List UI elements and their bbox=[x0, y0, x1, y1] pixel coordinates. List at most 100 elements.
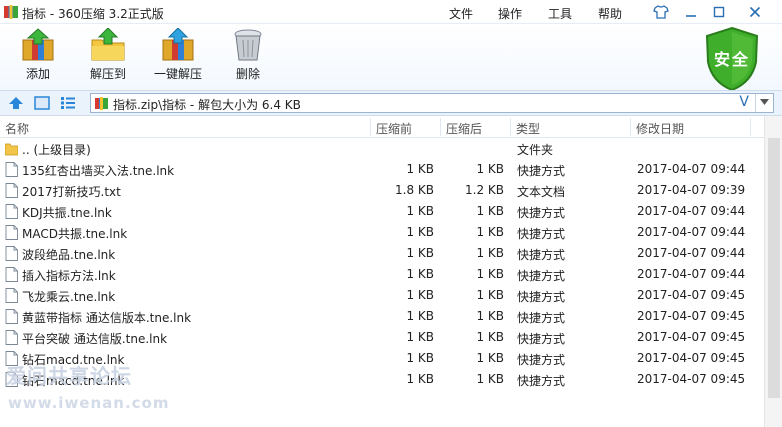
list-view-icon[interactable] bbox=[60, 96, 76, 110]
file-icon bbox=[5, 288, 18, 303]
file-size-before: 1 KB bbox=[406, 351, 434, 365]
file-size-after: 1.2 KB bbox=[465, 183, 504, 197]
file-row[interactable]: 飞龙乘云.tne.lnk 1 KB 1 KB 快捷方式 2017-04-07 09:45 bbox=[0, 285, 752, 306]
file-modified: 2017-04-07 09:44 bbox=[637, 204, 746, 218]
file-size-before: 1 KB bbox=[406, 246, 434, 260]
file-modified: 2017-04-07 09:45 bbox=[637, 372, 746, 386]
file-type: 快捷方式 bbox=[517, 332, 566, 346]
zip-file-icon bbox=[95, 97, 108, 110]
file-modified: 2017-04-07 09:45 bbox=[637, 309, 746, 323]
column-divider[interactable] bbox=[440, 118, 441, 136]
file-name: 135红杏出墙买入法.tne.lnk bbox=[22, 164, 175, 178]
file-name: 黄蓝带指标 通达信版本.tne.lnk bbox=[22, 311, 192, 325]
extract-to-label: 解压到 bbox=[89, 67, 126, 81]
file-type: 快捷方式 bbox=[517, 374, 566, 388]
thumbnail-view-icon[interactable] bbox=[34, 96, 50, 110]
menu-operate[interactable]: 操作 bbox=[498, 5, 522, 22]
file-icon bbox=[5, 309, 18, 324]
file-row[interactable]: 2017打新技巧.txt 1.8 KB 1.2 KB 文本文档 2017-04-07 0… bbox=[0, 180, 752, 201]
file-icon bbox=[5, 267, 18, 282]
one-click-extract-label: 一键解压 bbox=[153, 67, 202, 81]
column-after-size[interactable]: 压缩后 bbox=[446, 120, 482, 137]
file-size-after: 1 KB bbox=[476, 267, 504, 281]
file-size-after: 1 KB bbox=[476, 330, 504, 344]
file-size-before: 1 KB bbox=[406, 309, 434, 323]
file-row[interactable]: 黄蓝带指标 通达信版本.tne.lnk 1 KB 1 KB 快捷方式 2017-04-0… bbox=[0, 306, 752, 327]
file-size-before: 1 KB bbox=[406, 330, 434, 344]
delete-label: 删除 bbox=[235, 67, 260, 81]
add-archive-icon bbox=[22, 28, 54, 61]
scrollbar-thumb[interactable] bbox=[768, 138, 780, 398]
extract-to-button[interactable]: 解压到 bbox=[75, 26, 141, 88]
file-icon bbox=[5, 246, 18, 261]
file-type: 快捷方式 bbox=[517, 248, 566, 262]
security-label: 安全 bbox=[713, 50, 750, 69]
column-divider[interactable] bbox=[510, 118, 511, 136]
file-icon bbox=[5, 162, 18, 177]
chevron-down-icon bbox=[760, 99, 769, 105]
file-modified: 2017-04-07 09:39 bbox=[637, 183, 746, 197]
column-modified[interactable]: 修改日期 bbox=[636, 120, 684, 137]
menu-file[interactable]: 文件 bbox=[449, 5, 473, 22]
file-icon bbox=[5, 330, 18, 345]
file-size-before: 1 KB bbox=[406, 288, 434, 302]
path-field[interactable]: 指标.zip\指标 - 解包大小为 6.4 KB V bbox=[90, 93, 774, 113]
extract-folder-icon bbox=[91, 28, 125, 61]
add-button[interactable]: 添加 bbox=[5, 26, 71, 88]
minimize-icon[interactable] bbox=[680, 3, 702, 21]
file-type: 文本文档 bbox=[517, 185, 566, 199]
menu-help[interactable]: 帮助 bbox=[598, 5, 622, 22]
file-row[interactable]: 插入指标方法.lnk 1 KB 1 KB 快捷方式 2017-04-07 09:44 bbox=[0, 264, 752, 285]
file-row[interactable]: 波段绝品.tne.lnk 1 KB 1 KB 快捷方式 2017-04-07 09:44 bbox=[0, 243, 752, 264]
file-name: MACD共振.tne.lnk bbox=[22, 227, 128, 241]
file-type: 快捷方式 bbox=[517, 227, 566, 241]
column-divider[interactable] bbox=[750, 118, 751, 136]
security-shield[interactable]: 安全 bbox=[704, 26, 760, 92]
parent-directory-row[interactable]: .. (上级目录) 文件夹 bbox=[0, 138, 752, 159]
window-title: 指标 - 360压缩 3.2正式版 bbox=[22, 7, 164, 21]
file-name: KDJ共振.tne.lnk bbox=[22, 206, 112, 220]
path-v-button[interactable]: V bbox=[739, 94, 749, 110]
shirt-icon[interactable] bbox=[650, 3, 672, 21]
file-row[interactable]: 平台突破 通达信版.tne.lnk 1 KB 1 KB 快捷方式 2017-04-07 … bbox=[0, 327, 752, 348]
parent-directory-name: .. (上级目录) bbox=[22, 143, 91, 157]
file-size-after: 1 KB bbox=[476, 246, 504, 260]
file-size-before: 1 KB bbox=[406, 225, 434, 239]
file-modified: 2017-04-07 09:45 bbox=[637, 351, 746, 365]
file-type: 快捷方式 bbox=[517, 353, 566, 367]
file-modified: 2017-04-07 09:44 bbox=[637, 267, 746, 281]
file-type: 快捷方式 bbox=[517, 311, 566, 325]
column-header: 名称 压缩前 压缩后 类型 修改日期 bbox=[0, 116, 782, 138]
archive-app-icon bbox=[4, 5, 18, 19]
file-size-before: 1.8 KB bbox=[395, 183, 434, 197]
add-label: 添加 bbox=[25, 67, 50, 81]
file-type: 快捷方式 bbox=[517, 206, 566, 220]
file-icon bbox=[5, 204, 18, 219]
up-arrow-icon[interactable] bbox=[8, 96, 24, 110]
menu-tools[interactable]: 工具 bbox=[548, 5, 572, 22]
watermark-url: www.iwenan.com bbox=[8, 394, 170, 412]
path-text: 指标.zip\指标 - 解包大小为 6.4 KB bbox=[113, 98, 301, 112]
file-row[interactable]: 135红杏出墙买入法.tne.lnk 1 KB 1 KB 快捷方式 2017-04-07… bbox=[0, 159, 752, 180]
file-name: 飞龙乘云.tne.lnk bbox=[22, 290, 116, 304]
file-modified: 2017-04-07 09:45 bbox=[637, 288, 746, 302]
watermark-text: 爱问共享论坛 bbox=[6, 364, 132, 388]
close-icon[interactable] bbox=[744, 3, 766, 21]
restore-icon[interactable] bbox=[708, 3, 730, 21]
delete-button[interactable]: 删除 bbox=[215, 26, 281, 88]
vertical-scrollbar[interactable] bbox=[764, 116, 782, 427]
column-before-size[interactable]: 压缩前 bbox=[376, 120, 412, 137]
file-size-after: 1 KB bbox=[476, 309, 504, 323]
column-name[interactable]: 名称 bbox=[5, 120, 29, 137]
path-dropdown[interactable] bbox=[755, 94, 773, 112]
column-divider[interactable] bbox=[370, 118, 371, 136]
file-row[interactable]: MACD共振.tne.lnk 1 KB 1 KB 快捷方式 2017-04-07 09:… bbox=[0, 222, 752, 243]
file-size-after: 1 KB bbox=[476, 372, 504, 386]
column-divider[interactable] bbox=[630, 118, 631, 136]
file-name: 插入指标方法.lnk bbox=[22, 269, 116, 283]
file-size-after: 1 KB bbox=[476, 162, 504, 176]
file-row[interactable]: KDJ共振.tne.lnk 1 KB 1 KB 快捷方式 2017-04-07 09:4… bbox=[0, 201, 752, 222]
title-bar: 指标 - 360压缩 3.2正式版 文件 操作 工具 帮助 bbox=[0, 0, 782, 24]
one-click-extract-button[interactable]: 一键解压 bbox=[145, 26, 211, 88]
column-type[interactable]: 类型 bbox=[516, 120, 540, 137]
